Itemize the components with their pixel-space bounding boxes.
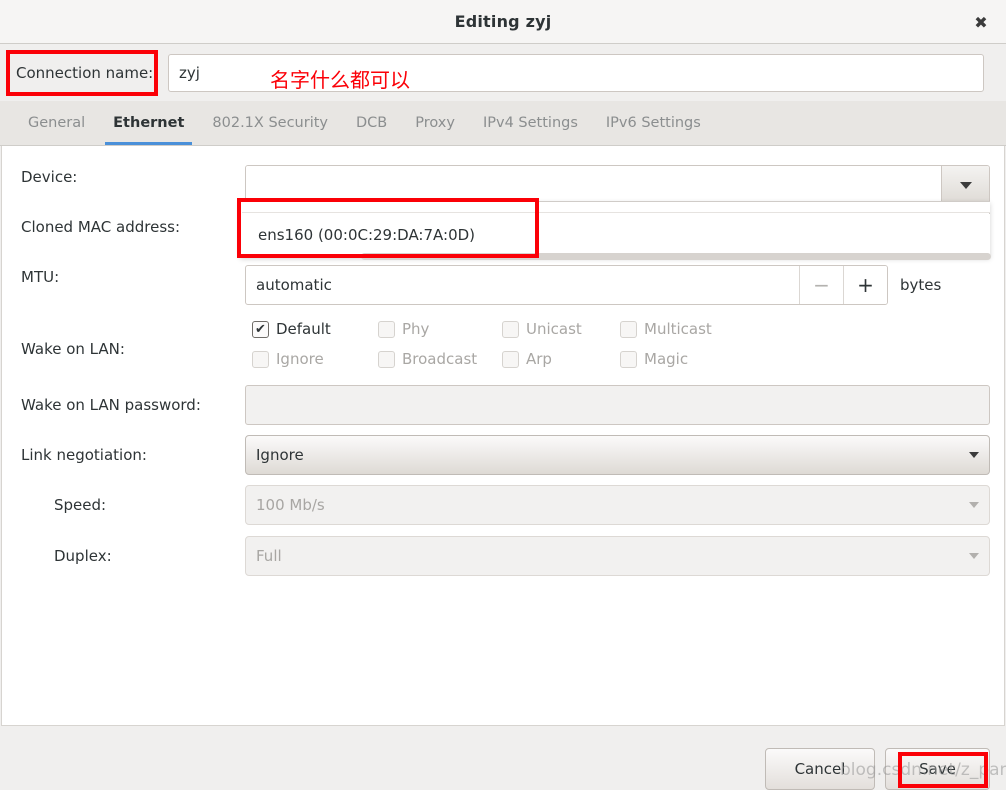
link-negotiation-value: Ignore xyxy=(256,446,304,464)
mtu-unit-label: bytes xyxy=(900,276,942,294)
tab-dcb[interactable]: DCB xyxy=(342,101,401,145)
link-negotiation-label: Link negotiation: xyxy=(21,446,147,464)
wol-checkbox-arp[interactable]: Arp xyxy=(502,350,620,368)
device-combobox-value xyxy=(246,166,941,204)
speed-select[interactable]: 100 Mb/s xyxy=(245,485,990,525)
tab-ethernet[interactable]: Ethernet xyxy=(99,101,198,145)
page-title: Editing zyj xyxy=(454,12,552,31)
wol-checkbox-phy[interactable]: Phy xyxy=(378,320,502,338)
link-negotiation-select[interactable]: Ignore xyxy=(245,435,990,475)
tab-general[interactable]: General xyxy=(14,101,99,145)
tab-8021x-security[interactable]: 802.1X Security xyxy=(198,101,342,145)
duplex-select[interactable]: Full xyxy=(245,536,990,576)
duplex-label: Duplex: xyxy=(54,547,112,565)
cloned-mac-address-label: Cloned MAC address: xyxy=(21,218,181,236)
mtu-control-group: automatic − + bytes xyxy=(245,265,941,305)
wol-label-phy: Phy xyxy=(402,320,430,338)
mtu-increment-button[interactable]: + xyxy=(843,266,887,304)
mtu-spinner[interactable]: automatic − + xyxy=(245,265,888,305)
editing-connection-dialog: Editing zyj ✖ Connection name: zyj Gener… xyxy=(0,0,1006,790)
annotation-text-connection-name: 名字什么都可以 xyxy=(270,68,410,92)
chevron-down-icon xyxy=(969,553,979,559)
checkbox-icon xyxy=(620,350,637,368)
tab-ipv4-settings[interactable]: IPv4 Settings xyxy=(469,101,592,145)
wol-checkbox-multicast[interactable]: Multicast xyxy=(620,320,750,338)
wol-label-default: Default xyxy=(276,320,331,338)
wake-on-lan-label: Wake on LAN: xyxy=(21,340,125,358)
mtu-decrement-button[interactable]: − xyxy=(799,266,843,304)
duplex-label-wrap: Duplex: xyxy=(54,547,112,565)
tab-bar: General Ethernet 802.1X Security DCB Pro… xyxy=(0,101,1006,146)
checkbox-icon xyxy=(252,350,269,368)
title-bar: Editing zyj ✖ xyxy=(0,0,1006,44)
chevron-down-icon xyxy=(969,502,979,508)
chevron-down-icon xyxy=(959,181,972,189)
mtu-label-wrap: MTU: xyxy=(21,268,59,286)
device-dropdown-item-ens160[interactable]: ens160 (00:0C:29:DA:7A:0D) xyxy=(242,214,990,256)
wake-on-lan-password-input[interactable] xyxy=(245,385,990,425)
checkbox-icon xyxy=(378,350,395,368)
wake-on-lan-options: ✔ Default Phy Unicast Multicast Ignore B… xyxy=(252,314,750,374)
checkbox-icon xyxy=(620,320,637,338)
wol-checkbox-ignore[interactable]: Ignore xyxy=(252,350,378,368)
device-label-wrap: Device: xyxy=(21,168,77,186)
wol-label-multicast: Multicast xyxy=(644,320,712,338)
device-dropdown-button[interactable] xyxy=(941,166,989,204)
checkbox-checked-icon: ✔ xyxy=(252,320,269,338)
wol-checkbox-broadcast[interactable]: Broadcast xyxy=(378,350,502,368)
device-dropdown-popup[interactable]: ens160 (00:0C:29:DA:7A:0D) xyxy=(240,201,991,260)
checkbox-icon xyxy=(378,320,395,338)
close-icon[interactable]: ✖ xyxy=(968,10,994,36)
mtu-label: MTU: xyxy=(21,268,60,286)
device-combobox[interactable] xyxy=(245,165,990,205)
wol-label-magic: Magic xyxy=(644,350,689,368)
wol-checkbox-magic[interactable]: Magic xyxy=(620,350,750,368)
device-dropdown-empty-item[interactable] xyxy=(242,202,990,213)
checkbox-icon xyxy=(502,350,519,368)
device-label: Device: xyxy=(21,168,78,186)
link-negotiation-label-wrap: Link negotiation: xyxy=(21,446,147,464)
wol-checkbox-unicast[interactable]: Unicast xyxy=(502,320,620,338)
wol-label-arp: Arp xyxy=(526,350,552,368)
wol-label-ignore: Ignore xyxy=(276,350,324,368)
speed-value: 100 Mb/s xyxy=(256,496,325,514)
wol-checkbox-default[interactable]: ✔ Default xyxy=(252,320,378,338)
connection-name-row: Connection name: zyj xyxy=(0,45,1006,101)
wol-password-label-wrap: Wake on LAN password: xyxy=(21,396,201,414)
mtu-input[interactable]: automatic xyxy=(246,266,799,304)
duplex-value: Full xyxy=(256,547,282,565)
connection-name-label: Connection name: xyxy=(16,64,154,82)
tab-ipv6-settings[interactable]: IPv6 Settings xyxy=(592,101,715,145)
chevron-down-icon xyxy=(969,452,979,458)
wol-label-unicast: Unicast xyxy=(526,320,582,338)
checkbox-icon xyxy=(502,320,519,338)
speed-label-wrap: Speed: xyxy=(54,496,106,514)
wake-on-lan-password-label: Wake on LAN password: xyxy=(21,396,201,414)
device-dropdown-scrollbar[interactable] xyxy=(361,253,991,260)
speed-label: Speed: xyxy=(54,496,107,514)
cancel-button[interactable]: Cancel xyxy=(765,748,875,790)
save-button[interactable]: Save xyxy=(885,748,990,790)
wake-on-lan-label-wrap: Wake on LAN: xyxy=(21,340,125,358)
tab-proxy[interactable]: Proxy xyxy=(401,101,469,145)
wol-label-broadcast: Broadcast xyxy=(402,350,478,368)
cloned-mac-label-wrap: Cloned MAC address: xyxy=(21,218,180,236)
